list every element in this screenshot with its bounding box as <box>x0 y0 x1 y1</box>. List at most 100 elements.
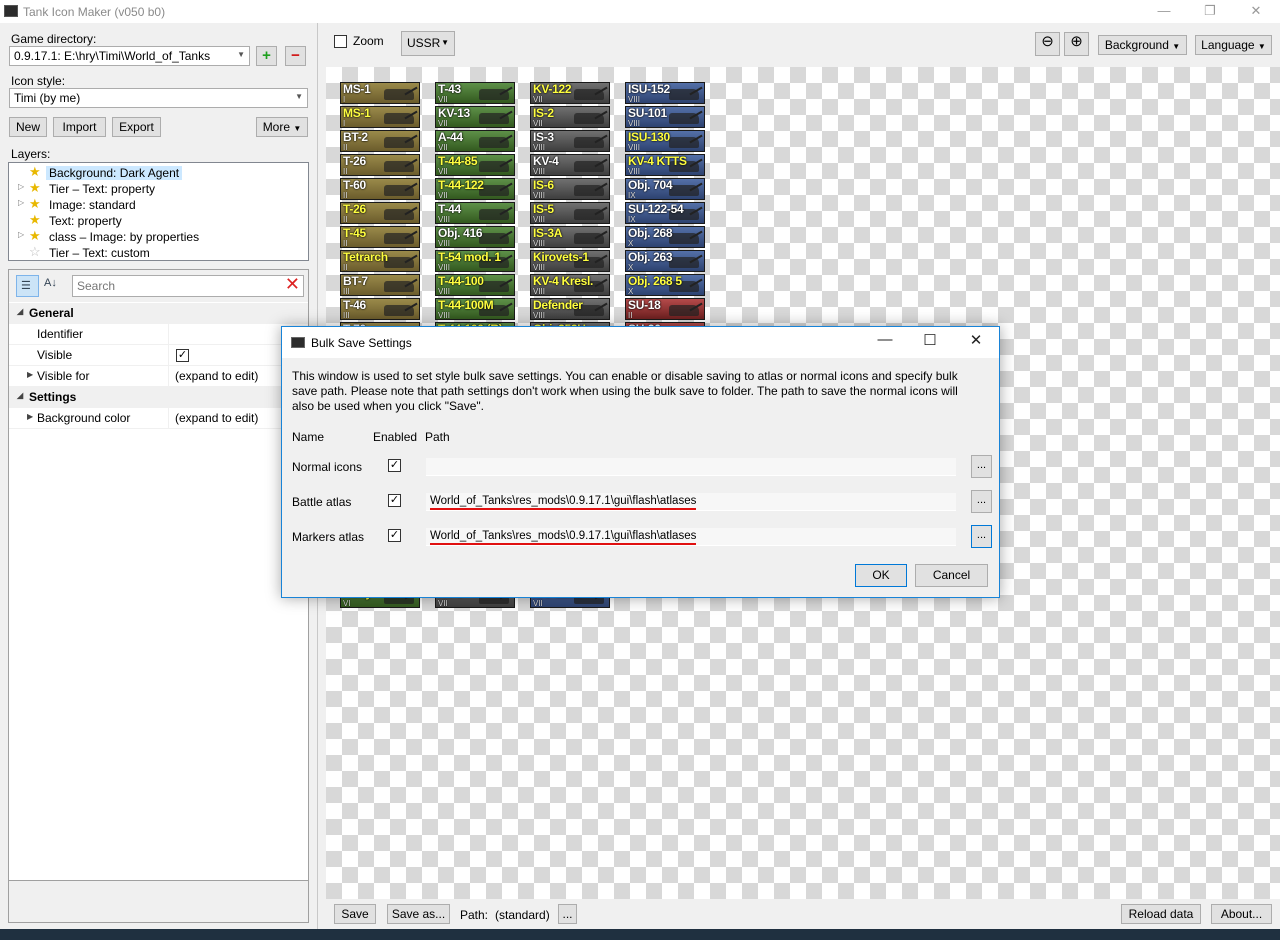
categorized-view-button[interactable]: ☰ <box>16 275 39 297</box>
battle-atlas-browse-button[interactable]: ... <box>971 490 992 513</box>
tank-icon: T-44-100 VIII <box>435 274 515 296</box>
cancel-button[interactable]: Cancel <box>915 564 988 587</box>
layer-label: Tier – Text: custom <box>49 246 150 260</box>
restore-icon[interactable]: ❐ <box>1187 0 1233 23</box>
layer-item[interactable]: ▷ ★ class – Image: by properties <box>9 228 308 245</box>
tank-icon: Kirovets-1 VIII <box>530 250 610 272</box>
icon-style-select[interactable]: Timi (by me) ▼ <box>9 88 308 108</box>
property-search-input[interactable]: Search ✕ <box>72 274 304 297</box>
tank-name: KV-4 Kresl. <box>533 274 594 288</box>
column-separator <box>168 324 169 345</box>
save-as-button[interactable]: Save as... <box>387 904 450 924</box>
property-visible[interactable]: Visible ✓ <box>9 345 308 366</box>
tank-name: IS-3A <box>533 226 563 240</box>
normal-icons-path-input[interactable] <box>426 458 956 476</box>
tank-tier: VII <box>533 95 543 104</box>
dialog-minimize-icon[interactable]: — <box>865 331 905 348</box>
about-button[interactable]: About... <box>1211 904 1272 924</box>
language-menu-button[interactable]: Language ▼ <box>1195 35 1272 55</box>
layer-label: class – Image: by properties <box>49 230 200 244</box>
tank-name: T-26 <box>343 202 366 216</box>
markers-atlas-browse-button[interactable]: ... <box>971 525 992 548</box>
tank-tier: VIII <box>438 287 451 296</box>
new-style-button[interactable]: New <box>9 117 47 137</box>
export-style-button[interactable]: Export <box>112 117 161 137</box>
expand-icon[interactable]: ▷ <box>18 182 24 191</box>
category-general[interactable]: ◢ General <box>9 303 308 324</box>
property-visible-for[interactable]: ▶ Visible for (expand to edit) <box>9 366 308 387</box>
visible-checkbox[interactable]: ✓ <box>176 349 189 362</box>
tank-tier: VIII <box>533 263 546 272</box>
zoom-in-button[interactable]: ⊕ <box>1064 32 1089 56</box>
markers-atlas-enabled-checkbox[interactable]: ✓ <box>388 529 401 542</box>
layer-item[interactable]: ★ Background: Dark Agent <box>9 164 308 181</box>
normal-icons-browse-button[interactable]: ... <box>971 455 992 478</box>
save-button[interactable]: Save <box>334 904 376 924</box>
layer-item[interactable]: ▷ ★ Image: standard <box>9 196 308 213</box>
tank-icon: SU-122-54 IX <box>625 202 705 224</box>
dialog-close-icon[interactable]: ✕ <box>956 331 996 349</box>
tank-tier: VIII <box>628 95 641 104</box>
expand-icon[interactable]: ▶ <box>27 412 33 421</box>
dialog-maximize-icon[interactable]: ☐ <box>910 331 950 349</box>
more-button[interactable]: More ▼ <box>256 117 308 137</box>
path-label: Path: <box>460 908 489 922</box>
collapse-icon[interactable]: ◢ <box>17 391 23 400</box>
layer-item[interactable]: ▷ ★ Tier – Text: property <box>9 180 308 197</box>
normal-icons-enabled-checkbox[interactable]: ✓ <box>388 459 401 472</box>
tank-icon: MS-1 I <box>340 106 420 128</box>
zoom-out-button[interactable]: ⊖ <box>1035 32 1060 56</box>
tank-tier: VII <box>533 119 543 128</box>
expand-icon[interactable]: ▷ <box>18 198 24 207</box>
category-settings[interactable]: ◢ Settings <box>9 387 308 408</box>
minimize-icon[interactable]: — <box>1141 0 1187 23</box>
battle-atlas-path-input[interactable]: World_of_Tanks\res_mods\0.9.17.1\gui\fla… <box>426 493 956 511</box>
alphabetical-view-button[interactable]: A↓ <box>41 275 64 297</box>
import-style-button[interactable]: Import <box>53 117 106 137</box>
expand-icon[interactable]: ▶ <box>27 370 33 379</box>
collapse-icon[interactable]: ◢ <box>17 307 23 316</box>
layers-tree[interactable]: ★ Background: Dark Agent ▷ ★ Tier – Text… <box>8 162 309 261</box>
tank-icon: KV-4 VIII <box>530 154 610 176</box>
star-outline-icon: ☆ <box>29 244 41 259</box>
zoom-checkbox[interactable] <box>334 35 347 48</box>
property-background-color[interactable]: ▶ Background color (expand to edit) <box>9 408 308 429</box>
reload-data-button[interactable]: Reload data <box>1121 904 1201 924</box>
property-identifier[interactable]: Identifier <box>9 324 308 345</box>
chevron-down-icon: ▼ <box>295 92 303 101</box>
markers-atlas-label: Markers atlas <box>292 530 365 544</box>
expand-icon[interactable]: ▷ <box>18 230 24 239</box>
tank-name: T-43 <box>438 82 461 96</box>
ok-button[interactable]: OK <box>855 564 907 587</box>
column-separator <box>168 345 169 366</box>
path-browse-button[interactable]: ... <box>558 904 577 924</box>
tank-tier: VII <box>438 119 448 128</box>
layers-label: Layers: <box>11 147 51 161</box>
tank-icon: KV-13 VII <box>435 106 515 128</box>
tank-icon: T-26 II <box>340 154 420 176</box>
add-directory-button[interactable]: + <box>256 46 277 66</box>
left-panel: Game directory: 0.9.17.1: E:\hry\Timi\Wo… <box>0 23 318 929</box>
markers-atlas-path-input[interactable]: World_of_Tanks\res_mods\0.9.17.1\gui\fla… <box>426 528 956 546</box>
game-directory-select[interactable]: 0.9.17.1: E:\hry\Timi\World_of_Tanks ▼ <box>9 46 250 66</box>
layer-item[interactable]: ★ Text: property <box>9 212 308 229</box>
battle-atlas-enabled-checkbox[interactable]: ✓ <box>388 494 401 507</box>
tank-tier: III <box>343 287 350 296</box>
tank-name: Tetrarch <box>343 250 388 264</box>
zoom-in-icon: ⊕ <box>1070 33 1083 50</box>
layer-label: Text: property <box>49 214 122 228</box>
layer-item[interactable]: ☆ Tier – Text: custom <box>9 244 308 261</box>
window-title: Tank Icon Maker (v050 b0) <box>23 5 166 19</box>
clear-search-icon[interactable]: ✕ <box>285 274 300 295</box>
background-menu-button[interactable]: Background ▼ <box>1098 35 1187 55</box>
normal-icons-label: Normal icons <box>292 460 363 474</box>
tank-icon: KV-4 Kresl. VIII <box>530 274 610 296</box>
remove-directory-button[interactable]: − <box>285 46 306 66</box>
close-icon[interactable]: ✕ <box>1233 0 1279 23</box>
tank-tier: VIII <box>533 191 546 200</box>
star-icon: ★ <box>29 180 41 195</box>
zoom-label: Zoom <box>353 34 384 48</box>
tank-icon: T-43 VII <box>435 82 515 104</box>
tank-tier: X <box>628 287 634 296</box>
country-select[interactable]: USSR ▼ <box>401 31 455 56</box>
